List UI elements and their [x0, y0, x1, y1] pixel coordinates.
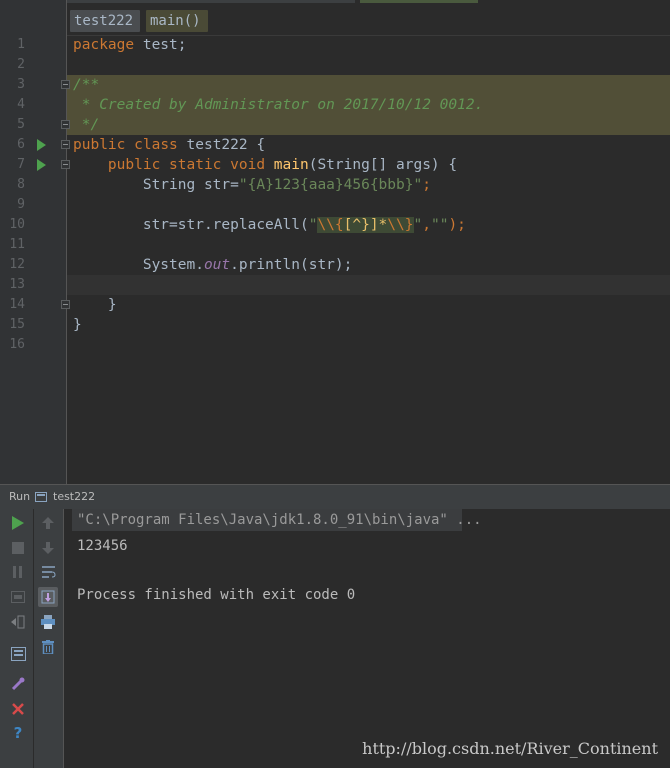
line-number: 15: [9, 317, 25, 332]
soft-wrap-icon[interactable]: [38, 562, 58, 582]
trash-icon[interactable]: [38, 637, 58, 657]
fold-end-icon[interactable]: [61, 120, 70, 129]
console-output-line: 123456: [77, 538, 128, 554]
line-number: 9: [17, 197, 25, 212]
code-token: (String[] args) {: [308, 157, 458, 173]
regex-escape-token: \\}: [387, 217, 414, 233]
code-token: String str=: [73, 177, 239, 193]
semicolon-token: ;: [422, 177, 431, 193]
code-line-10: str=str.replaceAll("\\{[^}]*\\}","");: [73, 215, 466, 235]
code-token: .println(str);: [230, 257, 353, 273]
run-config-tab[interactable]: test222: [53, 490, 95, 503]
line-number: 13: [9, 277, 25, 292]
code-line-3: /**: [73, 77, 100, 93]
print-icon[interactable]: [38, 612, 58, 632]
line-number: 11: [9, 237, 25, 252]
console-exit-line: Process finished with exit code 0: [77, 587, 356, 603]
help-icon[interactable]: ?: [8, 723, 28, 743]
run-tool-window: Run test222 ? "C:\Program Files\Java\jdk…: [0, 484, 670, 768]
current-line-highlight: [67, 275, 670, 295]
line-number: 8: [17, 177, 25, 192]
pin-icon[interactable]: [8, 674, 28, 694]
line-number: 1: [17, 37, 25, 52]
close-icon[interactable]: [8, 699, 28, 719]
stop-icon[interactable]: [8, 538, 28, 558]
code-token: System.: [73, 257, 204, 273]
code-line-8: String str="{A}123{aaa}456{bbb}";: [73, 175, 431, 195]
line-number: 2: [17, 57, 25, 72]
run-class-icon[interactable]: [37, 139, 46, 151]
line-number: 3: [17, 77, 25, 92]
line-number: 6: [17, 137, 25, 152]
code-line-15: }: [73, 317, 82, 333]
fold-method-icon[interactable]: [61, 160, 70, 169]
run-title[interactable]: Run: [9, 490, 30, 503]
run-icon[interactable]: [8, 513, 28, 533]
code-line-5: */: [73, 117, 100, 133]
keyword-token: public static void: [107, 157, 266, 173]
code-line-6: public class test222 {: [73, 135, 265, 155]
pause-icon[interactable]: [8, 562, 28, 582]
run-header: Run test222: [0, 484, 670, 509]
line-number: 7: [17, 157, 25, 172]
line-number: 12: [9, 257, 25, 272]
comma-token: ,: [422, 217, 431, 233]
code-line-7: public static void main(String[] args) {: [73, 155, 457, 175]
method-name-token: main: [273, 157, 309, 173]
line-number: 4: [17, 97, 25, 112]
layout-icon[interactable]: [8, 644, 28, 664]
regex-class-token: [^}]*: [343, 217, 388, 233]
run-main-icon[interactable]: [37, 159, 46, 171]
breadcrumb-method[interactable]: main(): [146, 10, 208, 32]
string-token: ": [413, 217, 423, 233]
code-token: str=str.replaceAll(: [73, 217, 309, 233]
run-config-icon: [35, 492, 47, 502]
scroll-to-end-icon[interactable]: [38, 587, 58, 607]
regex-escape-token: \\{: [317, 217, 344, 233]
keyword-token: class: [134, 137, 178, 153]
console-output[interactable]: "C:\Program Files\Java\jdk1.8.0_91\bin\j…: [64, 509, 670, 768]
line-number: 10: [9, 217, 25, 232]
run-toolbar-primary: ?: [0, 509, 33, 768]
code-token: test;: [134, 37, 187, 53]
run-toolbar-secondary: [34, 509, 63, 768]
gutter-divider: [66, 0, 67, 484]
semicolon-token: );: [448, 217, 466, 233]
code-line-4: * Created by Administrator on 2017/10/12…: [73, 97, 484, 113]
line-number: 14: [9, 297, 25, 312]
up-arrow-icon[interactable]: [38, 513, 58, 533]
fold-class-icon[interactable]: [61, 140, 70, 149]
string-token: "{A}123{aaa}456{bbb}": [238, 177, 423, 193]
string-token: "": [430, 217, 449, 233]
line-number: 16: [9, 337, 25, 352]
exit-icon[interactable]: [8, 612, 28, 632]
line-number: 5: [17, 117, 25, 132]
code-token: test222 {: [177, 137, 266, 153]
code-editor[interactable]: test222 main() 1 2 3 4 5 6 7 8 9 10 11 1…: [0, 0, 670, 484]
dump-threads-icon[interactable]: [8, 587, 28, 607]
fold-method-end-icon[interactable]: [61, 300, 70, 309]
tab-strip-edge: [0, 0, 670, 3]
watermark-text: http://blog.csdn.net/River_Continent: [362, 739, 658, 758]
down-arrow-icon[interactable]: [38, 538, 58, 558]
breadcrumb-class[interactable]: test222: [70, 10, 140, 32]
field-token: out: [203, 257, 231, 273]
code-line-12: System.out.println(str);: [73, 255, 353, 275]
keyword-token: package: [73, 37, 135, 53]
fold-comment-icon[interactable]: [61, 80, 70, 89]
keyword-token: public: [73, 137, 126, 153]
code-line-1: package test;: [73, 35, 187, 55]
code-line-14: }: [73, 297, 117, 313]
console-command-line[interactable]: "C:\Program Files\Java\jdk1.8.0_91\bin\j…: [77, 510, 482, 530]
